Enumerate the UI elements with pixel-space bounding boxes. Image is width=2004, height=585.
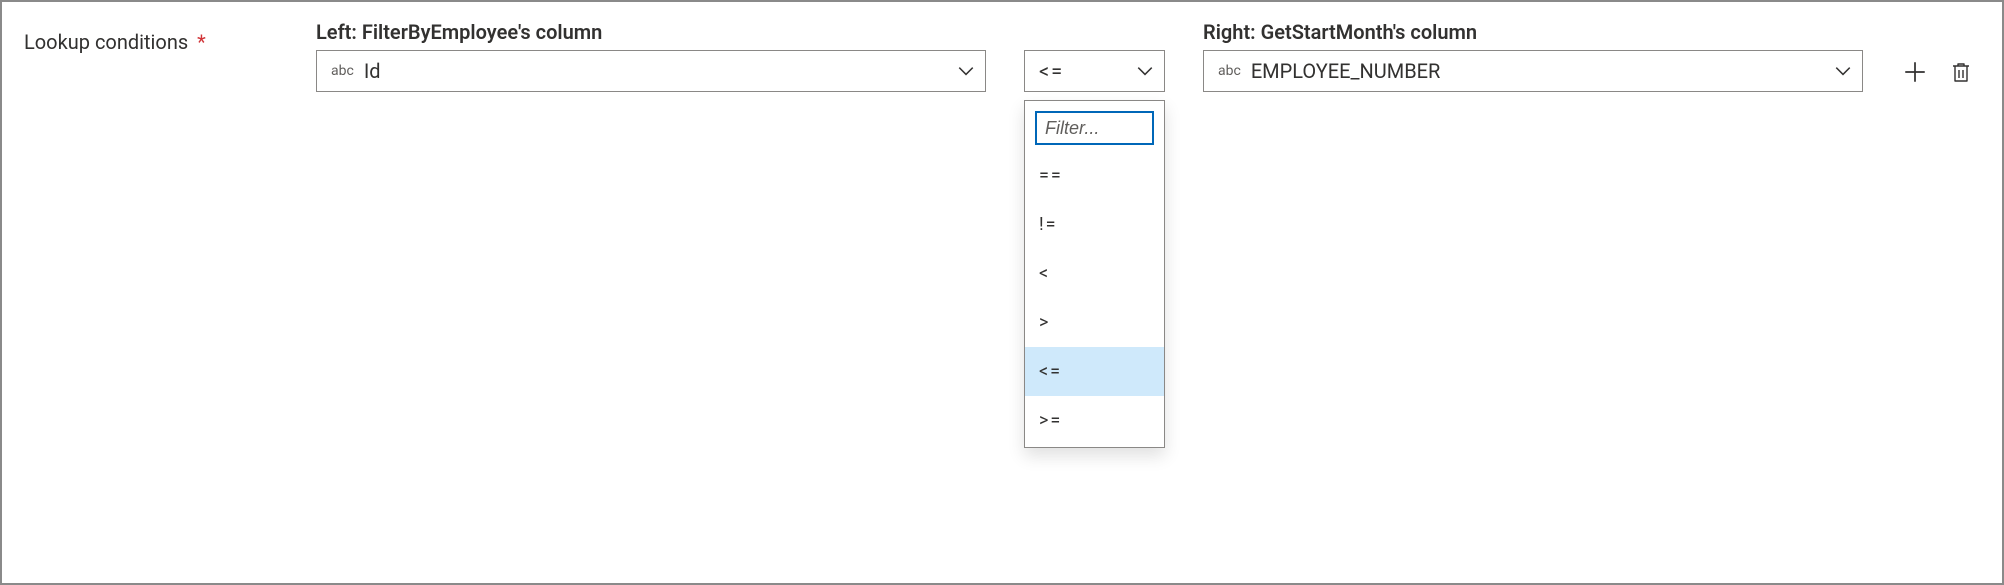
left-column-combo[interactable]: abc Id	[316, 50, 986, 92]
condition-row: Lookup conditions * Left: FilterByEmploy…	[24, 20, 1980, 92]
operator-filter-input[interactable]	[1035, 111, 1154, 145]
operator-option[interactable]: >=	[1025, 396, 1164, 445]
operator-option[interactable]: <	[1025, 249, 1164, 298]
right-column-value: EMPLOYEE_NUMBER	[1251, 59, 1824, 83]
plus-icon	[1902, 59, 1928, 85]
add-condition-button[interactable]	[1901, 58, 1929, 86]
operator-option[interactable]: <=	[1025, 347, 1164, 396]
left-column-field: Left: FilterByEmployee's column abc Id	[316, 20, 986, 92]
right-column-field: Right: GetStartMonth's column abc EMPLOY…	[1203, 20, 1863, 92]
operator-value: <=	[1039, 59, 1126, 83]
left-type-tag: abc	[331, 63, 354, 79]
section-label: Lookup conditions *	[24, 20, 284, 54]
left-column-value: Id	[364, 59, 947, 83]
right-type-tag: abc	[1218, 63, 1241, 79]
row-actions	[1901, 20, 1975, 86]
operator-filter-wrap	[1025, 101, 1164, 151]
operator-option[interactable]: !=	[1025, 200, 1164, 249]
fields: Left: FilterByEmployee's column abc Id <…	[316, 20, 1980, 92]
trash-icon	[1949, 60, 1973, 84]
chevron-down-icon	[957, 62, 975, 80]
operator-label-spacer	[1024, 20, 1165, 44]
operator-option[interactable]: >	[1025, 298, 1164, 347]
delete-condition-button[interactable]	[1947, 58, 1975, 86]
operator-dropdown: ==!=<><=>=	[1024, 100, 1165, 448]
operator-field: <= ==!=<><=>=	[1024, 20, 1165, 92]
lookup-conditions-panel: Lookup conditions * Left: FilterByEmploy…	[0, 0, 2004, 585]
left-column-label: Left: FilterByEmployee's column	[316, 20, 986, 44]
chevron-down-icon	[1834, 62, 1852, 80]
operator-combo[interactable]: <=	[1024, 50, 1165, 92]
operator-options-list: ==!=<><=>=	[1025, 151, 1164, 445]
required-marker: *	[197, 30, 206, 54]
right-column-label: Right: GetStartMonth's column	[1203, 20, 1863, 44]
chevron-down-icon	[1136, 62, 1154, 80]
operator-option[interactable]: ==	[1025, 151, 1164, 200]
section-label-text: Lookup conditions	[24, 30, 188, 54]
right-column-combo[interactable]: abc EMPLOYEE_NUMBER	[1203, 50, 1863, 92]
